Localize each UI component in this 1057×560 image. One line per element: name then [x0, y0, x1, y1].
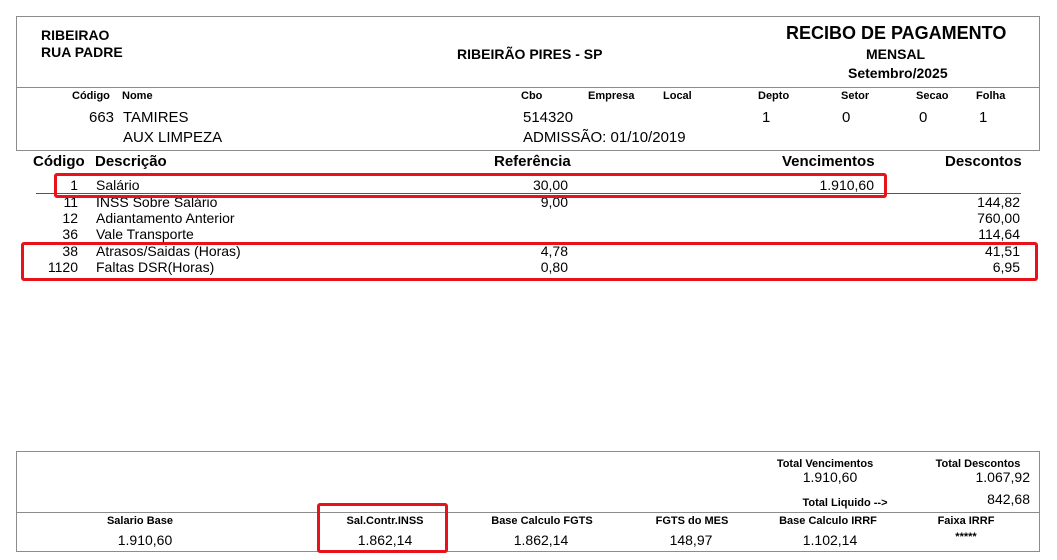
faixa-irrf-value: *****: [955, 531, 977, 543]
total-vencimentos-value: 1.910,60: [802, 469, 858, 485]
employee-codigo: 663: [89, 109, 115, 126]
total-liquido-value: 842,68: [987, 491, 1030, 507]
salario-base-label: Salario Base: [106, 515, 174, 527]
label-nome: Nome: [122, 90, 153, 102]
item-codigo: 12: [62, 210, 78, 226]
city: RIBEIRÃO PIRES - SP: [457, 46, 603, 62]
company-line1: RIBEIRAO: [41, 27, 110, 43]
label-cbo: Cbo: [521, 90, 543, 102]
label-setor: Setor: [841, 90, 870, 102]
item-codigo: 36: [62, 226, 78, 242]
employee-admissao: ADMISSÃO: 01/10/2019: [523, 129, 686, 146]
base-fgts-value: 1.862,14: [513, 532, 569, 548]
label-local: Local: [663, 90, 692, 102]
items-header-vencimentos: Vencimentos: [782, 153, 875, 170]
employee-setor: 0: [842, 109, 851, 126]
item-descricao: Vale Transporte: [96, 226, 194, 242]
label-empresa: Empresa: [588, 90, 635, 102]
company-line2: RUA PADRE: [41, 44, 123, 60]
label-codigo: Código: [72, 90, 110, 102]
total-liquido-label: Total Liquido -->: [802, 497, 888, 509]
items-header-codigo: Código: [33, 153, 85, 170]
period-type: MENSAL: [866, 46, 926, 62]
base-fgts-label: Base Calculo FGTS: [491, 515, 593, 527]
employee-cbo: 514320: [523, 109, 574, 126]
footer-divider: [16, 512, 1040, 513]
highlight-salario: [54, 173, 887, 198]
faixa-irrf-label: Faixa IRRF: [937, 515, 995, 527]
salario-base-value: 1.910,60: [117, 532, 173, 548]
item-descontos: 144,82: [977, 194, 1020, 210]
item-descontos: 114,64: [978, 226, 1020, 242]
total-descontos-value: 1.067,92: [975, 469, 1031, 485]
items-header-referencia: Referência: [494, 153, 571, 170]
item-descontos: 760,00: [977, 210, 1020, 226]
employee-folha: 1: [979, 109, 988, 126]
employee-nome: TAMIRES: [123, 109, 189, 126]
doc-title: RECIBO DE PAGAMENTO: [786, 23, 1007, 43]
items-header-descricao: Descrição: [95, 153, 167, 170]
employee-depto: 1: [762, 109, 771, 126]
highlight-atrasos-faltas: [21, 242, 1038, 281]
employee-secao: 0: [919, 109, 928, 126]
label-depto: Depto: [758, 90, 790, 102]
label-secao: Secao: [916, 90, 949, 102]
base-irrf-label: Base Calculo IRRF: [779, 515, 877, 527]
label-folha: Folha: [976, 90, 1006, 102]
header-divider: [16, 87, 1040, 88]
item-descricao: Adiantamento Anterior: [96, 210, 235, 226]
employee-cargo: AUX LIMPEZA: [123, 129, 223, 146]
highlight-sal-contr-inss: [317, 503, 448, 553]
fgts-mes-value: 148,97: [669, 532, 713, 548]
period: Setembro/2025: [848, 65, 948, 81]
items-header-descontos: Descontos: [945, 153, 1022, 170]
